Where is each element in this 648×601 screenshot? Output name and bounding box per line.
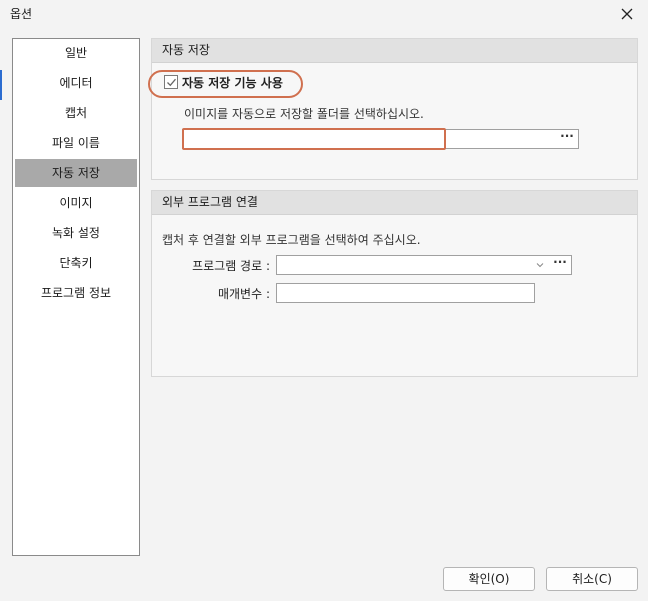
options-sidebar: 일반 에디터 캡처 파일 이름 자동 저장 이미지 녹화 설정 단축키 프로그램… (12, 38, 140, 556)
params-field (276, 283, 535, 303)
program-path-input[interactable] (277, 256, 571, 274)
checkmark-icon (167, 78, 176, 87)
sidebar-item-filename[interactable]: 파일 이름 (15, 129, 137, 157)
close-button[interactable] (612, 3, 642, 25)
chevron-down-icon[interactable] (536, 262, 544, 268)
autosave-group: 자동 저장 자동 저장 기능 사용 이미지를 자동으로 저장할 폴더를 선택하십… (148, 38, 638, 180)
sidebar-item-autosave[interactable]: 자동 저장 (15, 159, 137, 187)
sidebar-item-image[interactable]: 이미지 (15, 189, 137, 217)
folder-field-highlight (182, 128, 446, 150)
external-program-group: 외부 프로그램 연결 캡처 후 연결할 외부 프로그램을 선택하여 주십시오. … (151, 190, 638, 377)
program-path-browse-button[interactable]: ··· (549, 256, 571, 274)
sidebar-item-capture[interactable]: 캡처 (15, 99, 137, 127)
sidebar-item-general[interactable]: 일반 (15, 39, 137, 67)
autosave-header: 자동 저장 (152, 39, 637, 63)
window-title: 옵션 (10, 7, 33, 21)
autosave-browse-button[interactable]: ··· (556, 130, 578, 148)
sidebar-item-shortcuts[interactable]: 단축키 (15, 249, 137, 277)
close-icon (621, 8, 633, 20)
autosave-hint: 이미지를 자동으로 저장할 폴더를 선택하십시오. (184, 107, 424, 121)
sidebar-item-editor[interactable]: 에디터 (15, 69, 137, 97)
external-program-hint: 캡처 후 연결할 외부 프로그램을 선택하여 주십시오. (162, 233, 421, 247)
ok-button[interactable]: 확인(O) (443, 567, 535, 591)
external-program-header: 외부 프로그램 연결 (152, 191, 637, 215)
sidebar-item-recording[interactable]: 녹화 설정 (15, 219, 137, 247)
autosave-checkbox-label[interactable]: 자동 저장 기능 사용 (182, 74, 283, 91)
cancel-button[interactable]: 취소(C) (546, 567, 638, 591)
sidebar-item-about[interactable]: 프로그램 정보 (15, 279, 137, 307)
autosave-checkbox[interactable] (164, 75, 178, 89)
external-program-body: 캡처 후 연결할 외부 프로그램을 선택하여 주십시오. 프로그램 경로 : ·… (152, 215, 637, 376)
params-input[interactable] (277, 284, 534, 302)
program-path-field: ··· (276, 255, 572, 275)
params-label: 매개변수 : (217, 287, 270, 301)
window-edge-accent (0, 70, 2, 100)
program-path-label: 프로그램 경로 : (192, 259, 270, 273)
title-bar: 옵션 (0, 0, 648, 28)
autosave-body: 자동 저장 기능 사용 이미지를 자동으로 저장할 폴더를 선택하십시오. ··… (148, 63, 637, 179)
